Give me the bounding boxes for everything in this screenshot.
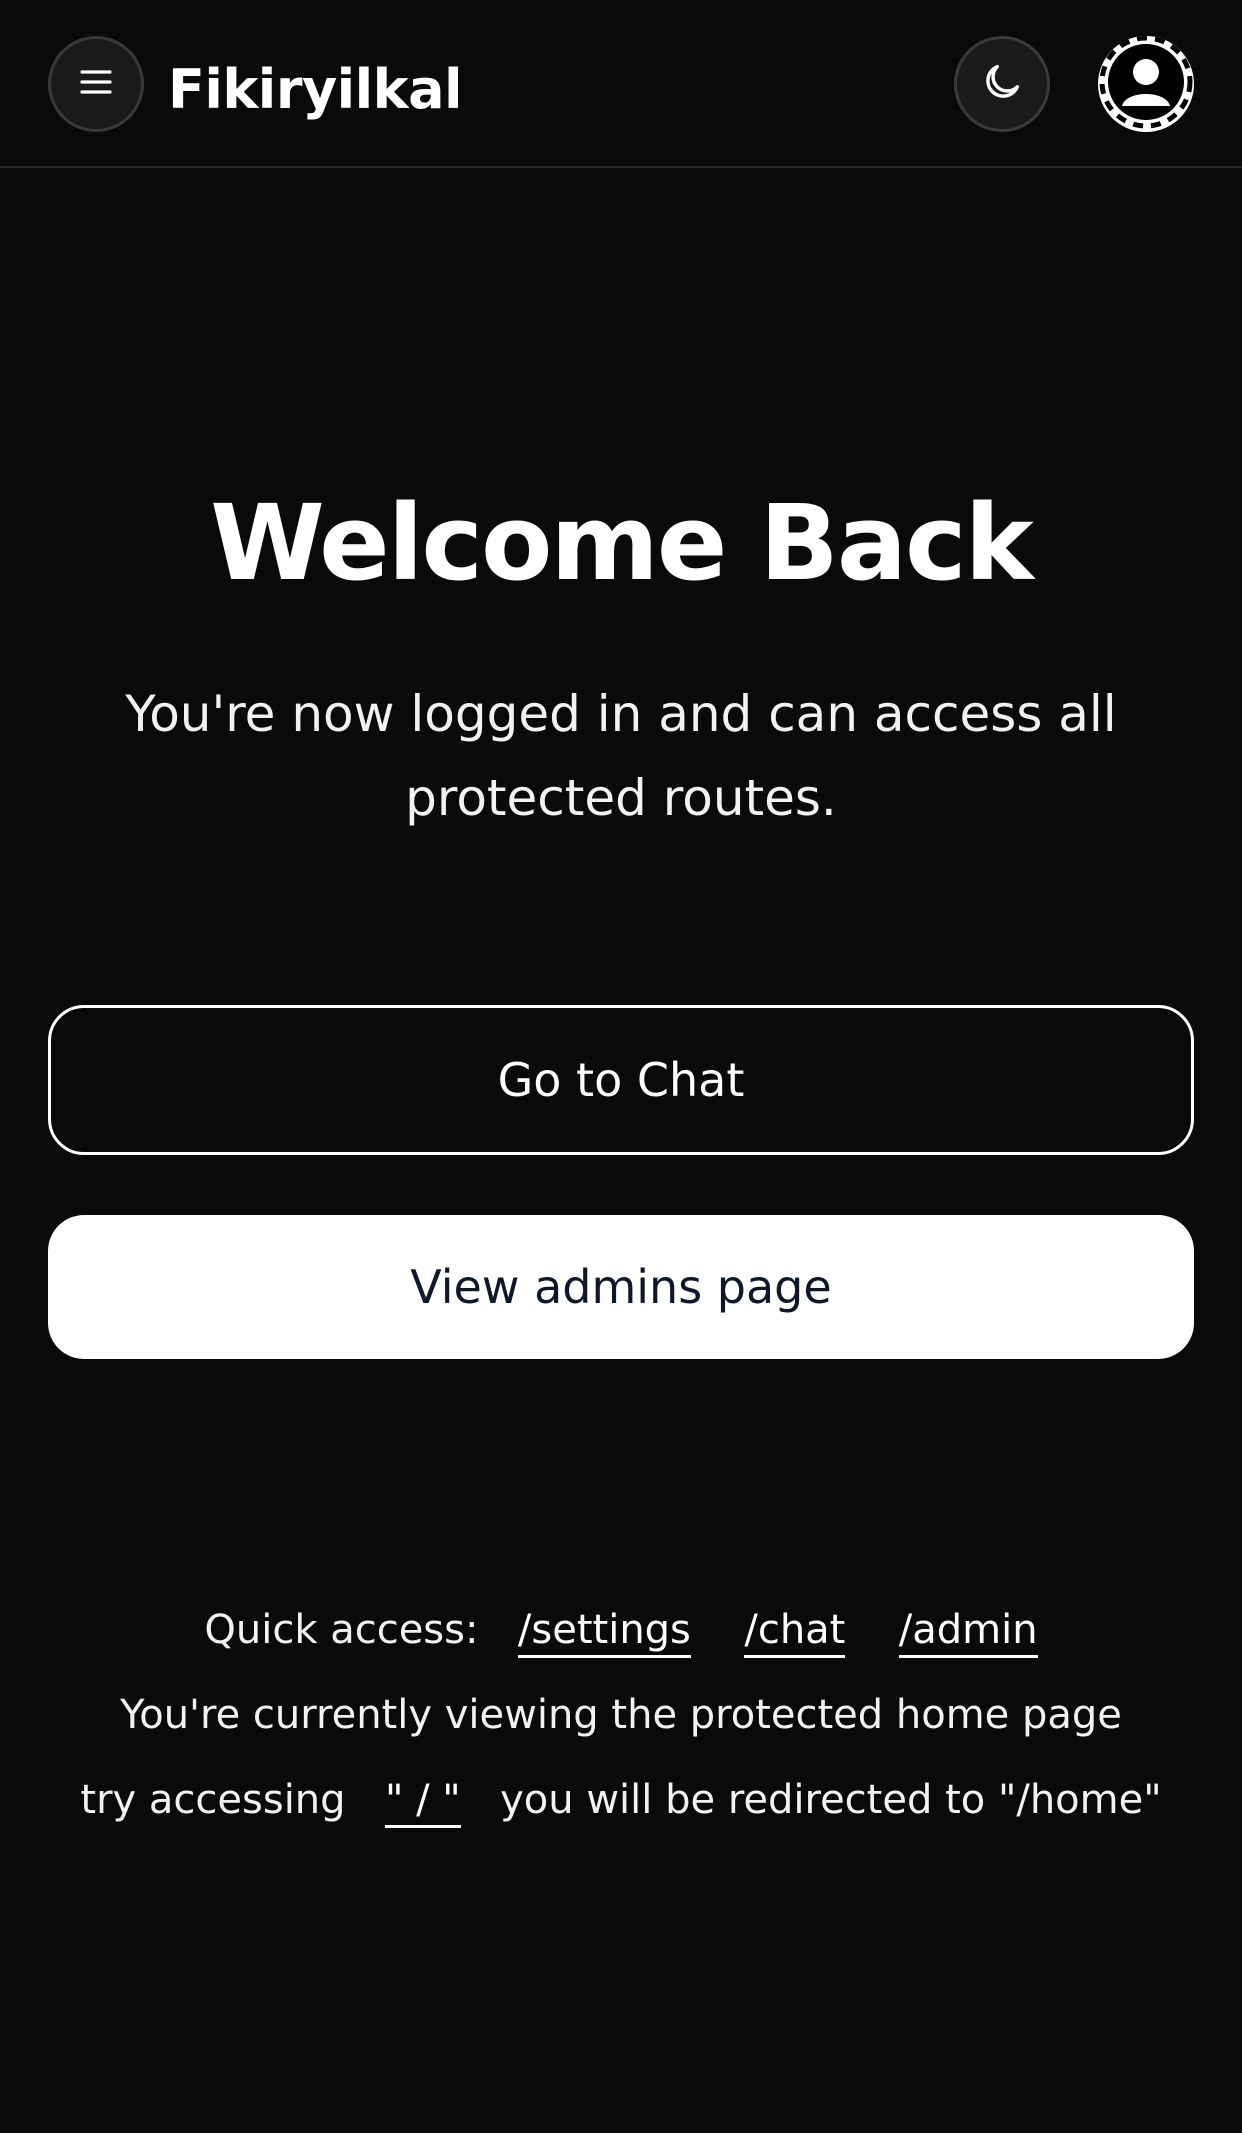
redirect-hint-suffix: you will be redirected to "/home" bbox=[500, 1777, 1162, 1823]
admin-link[interactable]: /admin bbox=[898, 1607, 1038, 1658]
info-text: You're currently viewing the protected h… bbox=[120, 1692, 1122, 1738]
settings-link[interactable]: /settings bbox=[517, 1607, 691, 1658]
redirect-hint-prefix: try accessing bbox=[80, 1777, 346, 1823]
hamburger-icon bbox=[76, 62, 116, 106]
quick-access-row: Quick access: /settings /chat /admin bbox=[0, 1600, 1242, 1660]
go-to-chat-button[interactable]: Go to Chat bbox=[48, 1005, 1194, 1155]
quick-access-label: Quick access: bbox=[204, 1607, 479, 1653]
home-page: Fikiryilkal Welcome Back You're now logg bbox=[0, 0, 1242, 2133]
moon-icon bbox=[979, 59, 1025, 109]
user-avatar-icon bbox=[1098, 36, 1194, 132]
chat-link[interactable]: /chat bbox=[744, 1607, 846, 1658]
theme-toggle-button[interactable] bbox=[954, 36, 1050, 132]
root-link[interactable]: " / " bbox=[384, 1777, 461, 1828]
page-title: Welcome Back bbox=[210, 482, 1034, 604]
redirect-hint: try accessing " / " you will be redirect… bbox=[0, 1770, 1242, 1830]
page-subtitle: You're now logged in and can access all … bbox=[125, 685, 1117, 827]
brand-title[interactable]: Fikiryilkal bbox=[168, 50, 463, 130]
user-avatar-button[interactable] bbox=[1098, 36, 1194, 132]
view-admins-button[interactable]: View admins page bbox=[48, 1215, 1194, 1359]
menu-button[interactable] bbox=[48, 36, 144, 132]
top-navbar: Fikiryilkal bbox=[0, 0, 1242, 168]
